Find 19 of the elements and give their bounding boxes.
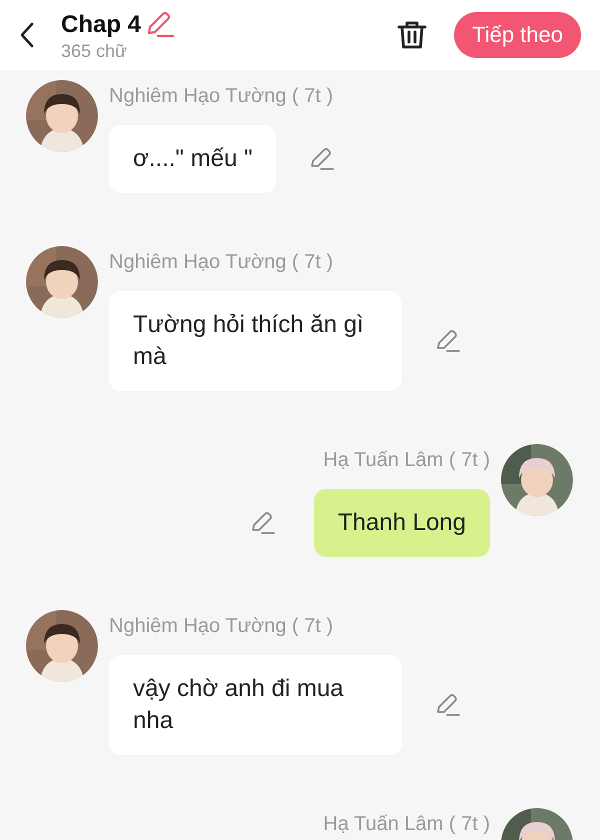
trash-icon[interactable] xyxy=(396,19,428,51)
pencil-icon[interactable] xyxy=(309,147,336,171)
pencil-icon[interactable] xyxy=(250,511,276,535)
message-bubble: Thanh Long xyxy=(314,489,490,557)
pencil-icon[interactable] xyxy=(435,329,461,353)
back-icon[interactable] xyxy=(19,22,35,48)
sender-name: Hạ Tuấn Lâm ( 7t ) xyxy=(323,812,490,837)
sender-name: Nghiêm Hạo Tường ( 7t ) xyxy=(109,250,334,275)
sender-name: Hạ Tuấn Lâm ( 7t ) xyxy=(323,448,490,473)
word-count: 365 chữ xyxy=(61,40,128,62)
message-bubble: Tường hỏi thích ăn gì mà xyxy=(109,291,402,391)
pencil-icon[interactable] xyxy=(435,693,461,717)
sender-name: Nghiêm Hạo Tường ( 7t ) xyxy=(109,84,334,109)
pencil-icon[interactable] xyxy=(145,10,176,38)
message-bubble: vậy chờ anh đi mua nha xyxy=(109,655,402,755)
sender-name: Nghiêm Hạo Tường ( 7t ) xyxy=(109,614,334,639)
next-button[interactable]: Tiếp theo xyxy=(454,12,581,58)
message-bubble: ơ...." mếu " xyxy=(109,125,276,193)
chapter-title: Chap 4 xyxy=(61,10,142,38)
